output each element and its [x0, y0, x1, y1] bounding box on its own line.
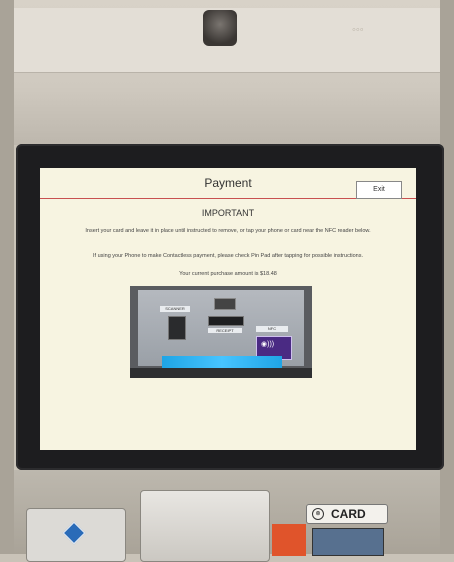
camera-icon: [203, 10, 237, 46]
photo-bottom-strip: [130, 368, 312, 378]
receipt-door: [140, 490, 270, 562]
scanner-label: SCANNER: [160, 306, 190, 312]
kiosk-screen: Payment Exit IMPORTANT Insert your card …: [40, 168, 416, 450]
card-slot: [214, 298, 236, 310]
card-reader[interactable]: [312, 528, 384, 556]
exit-button[interactable]: Exit: [356, 181, 402, 199]
diamond-key-icon[interactable]: [62, 521, 86, 545]
receipt-slot: [208, 316, 244, 326]
screen-header: Payment Exit: [40, 168, 416, 199]
card-sign-label: CARD: [331, 507, 366, 521]
contactless-icon: ◉))): [261, 341, 275, 348]
kiosk-side-left: [0, 0, 14, 554]
card-icon: ⊚: [312, 508, 324, 520]
card-sign: ⊚ CARD: [306, 504, 388, 524]
receipt-label: RECEIPT: [208, 328, 242, 333]
nfc-label: NFC: [256, 326, 288, 332]
brand-mark: ◦◦◦: [352, 24, 364, 36]
purchase-amount-text: Your current purchase amount is $18.48: [179, 271, 277, 277]
contactless-instruction-text: If using your Phone to make Contactless …: [93, 253, 363, 259]
scanner-slot: [168, 316, 186, 340]
blue-light-bar: [162, 356, 282, 368]
chip-card-sticker: [272, 524, 306, 556]
photo-kiosk-panel: SCANNER RECEIPT NFC ◉))): [138, 290, 304, 368]
instruction-text: Insert your card and leave it in place u…: [85, 228, 371, 234]
important-heading: IMPORTANT: [201, 208, 255, 218]
instruction-photo: SCANNER RECEIPT NFC ◉))): [130, 286, 312, 378]
